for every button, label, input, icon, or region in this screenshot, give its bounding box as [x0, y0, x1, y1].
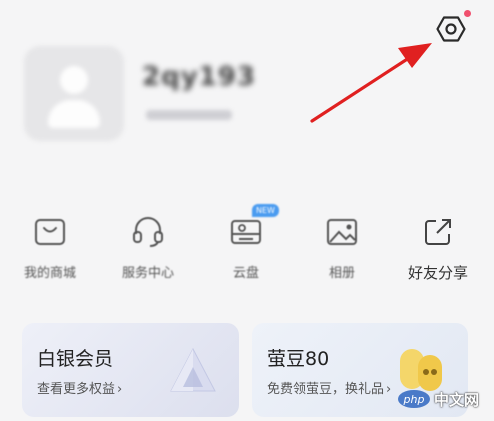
vip-subtitle: 查看更多权益 › [37, 382, 123, 397]
tool-my-mall[interactable]: 我的商城 [10, 212, 90, 284]
tool-label: 好友分享 [407, 264, 468, 282]
php-logo: php [398, 390, 430, 408]
vip-title: 白银会员 [37, 348, 114, 370]
cloud-drive-icon: NEW [226, 204, 279, 252]
username: 2qy193 [142, 62, 256, 92]
gallery-icon [322, 212, 362, 252]
mall-icon [30, 212, 70, 252]
tool-label: 我的商城 [23, 266, 76, 281]
tool-label: 相册 [328, 266, 355, 281]
chevron-right-icon: › [386, 382, 392, 397]
avatar[interactable] [24, 46, 124, 141]
vip-membership-card[interactable]: 白银会员 查看更多权益 › [22, 323, 239, 417]
tool-gallery[interactable]: 相册 [302, 212, 382, 284]
silver-crystal-icon [170, 347, 216, 392]
settings-hex-icon [436, 16, 466, 42]
share-icon [418, 212, 458, 252]
tool-label: 云盘 [232, 266, 259, 281]
watermark: php 中文网 [398, 387, 484, 411]
watermark-text: 中文网 [434, 390, 480, 409]
new-badge: NEW [252, 204, 279, 217]
chevron-right-icon: › [117, 382, 123, 397]
settings-button[interactable] [434, 12, 468, 46]
tool-label: 服务中心 [121, 266, 174, 281]
coin-title: 萤豆80 [267, 348, 330, 370]
tool-share-friends[interactable]: 好友分享 [398, 212, 478, 284]
tool-cloud-drive[interactable]: NEW 云盘 [206, 204, 286, 284]
headset-icon [128, 212, 168, 252]
tool-service-center[interactable]: 服务中心 [108, 212, 188, 284]
coin-subtitle: 免费领萤豆，换礼品 › [267, 382, 392, 397]
notification-dot [464, 10, 471, 17]
user-subtitle-placeholder [146, 110, 232, 120]
